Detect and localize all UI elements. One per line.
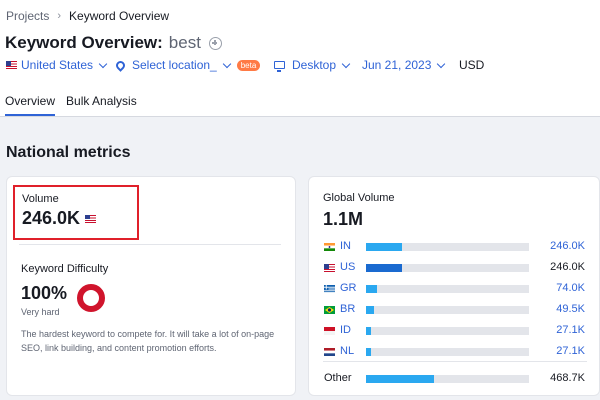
volume-value: 246.0K (22, 208, 97, 229)
volume-bar-fill (366, 327, 371, 335)
country-row[interactable]: NL 27.1K (323, 345, 585, 359)
volume-bar-track (366, 243, 529, 251)
tab-overview[interactable]: Overview (5, 94, 56, 116)
chevron-down-icon (98, 59, 108, 68)
location-dropdown[interactable]: Select location_ beta (114, 58, 274, 72)
keyword-difficulty-description: The hardest keyword to compete for. It w… (21, 329, 275, 353)
netherlands-flag-icon (324, 348, 335, 356)
country-row[interactable]: IN 246.0K (323, 240, 585, 254)
section-title: National metrics (6, 144, 131, 161)
keyword-difficulty-level: Very hard (21, 307, 60, 317)
add-keyword-icon[interactable] (208, 36, 222, 50)
country-volume: 49.5K (556, 303, 585, 315)
chevron-right-icon: › (57, 10, 62, 22)
volume-bar-track (366, 375, 529, 383)
keyword-difficulty-value: 100% (21, 283, 68, 303)
volume-number: 246.0K (22, 208, 81, 228)
volume-bar-track (366, 348, 529, 356)
country-code: ID (340, 324, 351, 336)
location-pin-icon (114, 58, 127, 72)
indonesia-flag-icon (324, 327, 335, 335)
beta-badge: beta (236, 59, 261, 71)
country-volume: 246.0K (550, 240, 585, 252)
country-volume: 246.0K (550, 261, 585, 273)
country-code: IN (340, 240, 351, 252)
country-volume: 74.0K (556, 282, 585, 294)
device-dropdown[interactable]: Desktop (274, 58, 362, 72)
volume-bar-track (366, 306, 529, 314)
date-dropdown[interactable]: Jun 21, 2023 (362, 58, 459, 72)
country-row[interactable]: ID 27.1K (323, 324, 585, 338)
volume-bar-track (366, 327, 529, 335)
device-label: Desktop (292, 58, 337, 72)
volume-bar-track (366, 285, 529, 293)
chevron-down-icon (341, 59, 351, 68)
breadcrumb: Projects › Keyword Overview (6, 9, 169, 23)
india-flag-icon (324, 243, 335, 251)
tab-bulk-analysis[interactable]: Bulk Analysis (66, 94, 137, 116)
page-title: Keyword Overview: best (5, 33, 222, 53)
currency-text: USD (459, 58, 485, 72)
keyword-text: best (168, 33, 201, 52)
global-volume-value: 1.1M (323, 209, 364, 229)
date-label: Jun 21, 2023 (362, 58, 432, 72)
desktop-icon (274, 61, 285, 72)
usa-flag-icon (85, 214, 97, 223)
volume-bar-fill (366, 375, 435, 383)
country-dropdown[interactable]: United States (6, 58, 116, 72)
other-row: Other 468.7K (323, 372, 585, 386)
breadcrumb-projects-link[interactable]: Projects (6, 9, 49, 23)
greece-flag-icon (324, 285, 335, 293)
country-volume: 27.1K (556, 345, 585, 357)
keyword-difficulty-label: Keyword Difficulty (21, 263, 109, 275)
country-row[interactable]: BR 49.5K (323, 303, 585, 317)
tabs: Overview Bulk Analysis (5, 94, 137, 116)
volume-bar-fill (366, 348, 371, 356)
chevron-down-icon (222, 59, 231, 68)
country-row[interactable]: GR 74.0K (323, 282, 585, 296)
global-volume-label: Global Volume (323, 192, 395, 204)
breadcrumb-current: Keyword Overview (69, 9, 170, 23)
volume-bar-fill (366, 285, 378, 293)
country-code: US (340, 261, 356, 273)
page-title-text: Keyword Overview: (5, 33, 163, 52)
national-metrics-card: Volume 246.0K Keyword Difficulty 100% Ve… (6, 176, 296, 396)
location-label: Select location_ (132, 58, 217, 72)
divider (19, 244, 281, 245)
currency-label: USD (459, 58, 484, 72)
other-label: Other (324, 372, 352, 384)
volume-highlight: Volume 246.0K (13, 185, 139, 240)
top-header: Projects › Keyword Overview Keyword Over… (0, 0, 600, 117)
difficulty-donut-icon (77, 284, 105, 312)
volume-label: Volume (22, 193, 59, 205)
country-code: GR (340, 282, 357, 294)
other-volume: 468.7K (550, 372, 585, 384)
volume-bar-track (366, 264, 529, 272)
country-row[interactable]: US 246.0K (323, 261, 585, 275)
global-volume-card: Global Volume 1.1M IN 246.0K US 246.0K G… (308, 176, 600, 396)
filters-bar: United States Select location_ beta Desk… (6, 58, 484, 72)
usa-flag-icon (324, 264, 335, 272)
volume-bar-fill (366, 264, 402, 272)
volume-bar-fill (366, 243, 402, 251)
volume-bar-fill (366, 306, 375, 314)
country-code: BR (340, 303, 356, 315)
brazil-flag-icon (324, 306, 335, 314)
country-label: United States (21, 58, 94, 72)
country-volume: 27.1K (556, 324, 585, 336)
country-code: NL (340, 345, 355, 357)
divider (323, 361, 587, 362)
usa-flag-icon (6, 61, 17, 69)
chevron-down-icon (437, 59, 446, 68)
